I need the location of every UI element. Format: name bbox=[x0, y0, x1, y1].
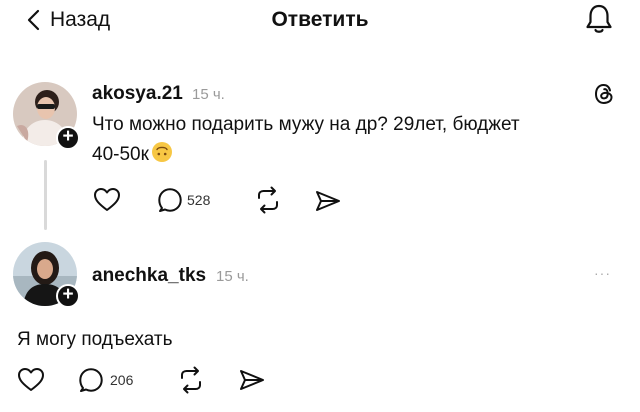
reply-time: 15 ч. bbox=[216, 268, 249, 285]
page-title: Ответить bbox=[271, 8, 369, 31]
send-icon[interactable] bbox=[238, 368, 266, 392]
reply-text: Я могу подъехать bbox=[17, 329, 173, 350]
post-time: 15 ч. bbox=[192, 86, 225, 103]
more-options-button[interactable]: ··· bbox=[594, 265, 611, 281]
post-text-line1: Что можно подарить мужу на др? 29лет, бю… bbox=[92, 114, 520, 135]
repost-icon[interactable] bbox=[176, 366, 206, 394]
reply-count: 206 bbox=[110, 372, 134, 388]
repost-icon[interactable] bbox=[253, 186, 283, 214]
comment-icon[interactable] bbox=[78, 367, 104, 393]
send-icon[interactable] bbox=[314, 189, 342, 213]
post-username[interactable]: akosya.21 bbox=[92, 83, 183, 105]
heart-icon[interactable] bbox=[93, 187, 121, 213]
reply-username[interactable]: anechka_tks bbox=[92, 265, 206, 287]
threads-logo-icon[interactable] bbox=[591, 81, 617, 107]
follow-plus-button[interactable]: + bbox=[56, 126, 80, 150]
comment-icon[interactable] bbox=[157, 187, 183, 213]
thread-line bbox=[44, 160, 47, 230]
upside-down-face-emoji bbox=[151, 142, 172, 162]
reply-count: 528 bbox=[187, 192, 211, 208]
top-bar: Назад Ответить bbox=[0, 0, 640, 44]
bell-icon[interactable] bbox=[584, 3, 614, 35]
heart-icon[interactable] bbox=[17, 367, 45, 393]
post-text-line2: 40-50к bbox=[92, 144, 149, 165]
post-text: Что можно подарить мужу на др? 29лет, бю… bbox=[92, 110, 592, 170]
follow-plus-button[interactable]: + bbox=[56, 284, 80, 308]
